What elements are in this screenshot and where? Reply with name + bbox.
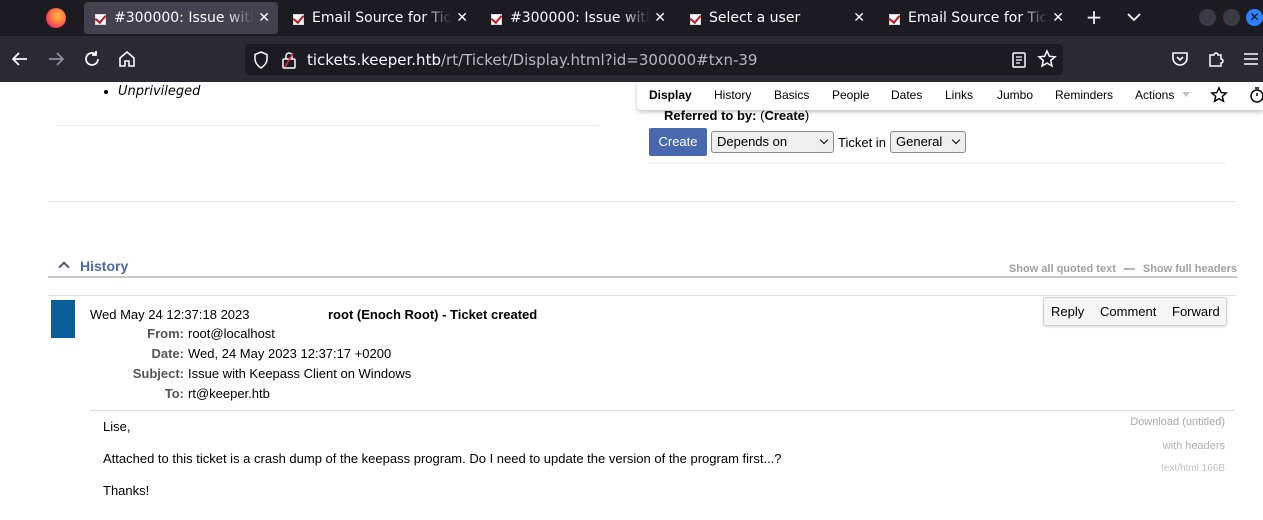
divider (48, 201, 1236, 202)
rt-favicon-icon (94, 11, 108, 25)
message-line: Thanks! (103, 483, 150, 498)
divider (48, 295, 1236, 296)
divider (649, 163, 1226, 164)
message-line: Lise, (103, 419, 131, 434)
menu-item-display[interactable]: Display (649, 88, 692, 102)
chevron-down-icon[interactable] (1124, 7, 1144, 27)
header-label-to: To: (164, 386, 184, 401)
header-label-date: Date: (151, 346, 184, 361)
menu-item-reminders[interactable]: Reminders (1055, 88, 1113, 102)
referred-to-by: Referred to by: (Create) (664, 108, 809, 123)
rt-favicon-icon (292, 11, 306, 25)
menu-item-jumbo[interactable]: Jumbo (997, 88, 1033, 102)
header-value-subject: Issue with Keepass Client on Windows (188, 366, 412, 381)
tab-select-user[interactable]: Select a user ✕ (679, 0, 873, 36)
referred-close: ) (804, 108, 810, 123)
url-text[interactable]: tickets.keeper.htb/rt/Ticket/Display.htm… (307, 51, 757, 69)
window-close-button[interactable]: ✕ (1246, 9, 1263, 26)
queue-select[interactable]: General (890, 131, 966, 153)
puzzle-icon[interactable] (1205, 48, 1227, 70)
timer-icon[interactable] (1248, 86, 1263, 104)
header-value-from: root@localhost (188, 326, 275, 341)
divider (56, 125, 598, 126)
close-icon[interactable]: ✕ (654, 10, 666, 26)
hamburger-menu-icon[interactable] (1240, 48, 1262, 70)
rt-favicon-icon (888, 11, 902, 25)
relation-select-value: Depends on (717, 134, 788, 149)
url-path: /rt/Ticket/Display.html?id=300000#txn-39 (440, 51, 758, 69)
lock-icon[interactable] (280, 50, 298, 70)
tab-title: Email Source for Ticket (312, 10, 452, 26)
divider (90, 410, 1234, 411)
transaction-date: Wed May 24 12:37:18 2023 (90, 307, 250, 322)
url-host: tickets.keeper.htb (307, 51, 441, 69)
tab-email-source-2[interactable]: Email Source for Ticket ✕ (878, 0, 1072, 36)
header-value-to: rt@keeper.htb (188, 386, 270, 401)
download-link[interactable]: Download (untitled) (1130, 416, 1225, 428)
rt-favicon-icon (490, 11, 504, 25)
menu-item-links[interactable]: Links (945, 88, 973, 102)
tab-title: #300000: Issue with K (114, 10, 254, 26)
reply-button[interactable]: Reply (1051, 304, 1084, 319)
history-title[interactable]: History (80, 258, 128, 274)
header-label-from: From: (147, 326, 184, 341)
show-quoted-link[interactable]: Show all quoted text (1009, 263, 1116, 275)
tab-bar: #300000: Issue with K ✕ Email Source for… (0, 0, 1263, 36)
minimize-button[interactable] (1199, 9, 1216, 26)
chevron-down-icon[interactable] (1182, 92, 1190, 97)
with-headers-link[interactable]: with headers (1163, 440, 1225, 452)
message-line: Attached to this ticket is a crash dump … (103, 451, 782, 466)
content-type-label: text/html 166B (1161, 463, 1225, 474)
relation-select[interactable]: Depends on (711, 131, 834, 153)
header-value-date: Wed, 24 May 2023 12:37:17 +0200 (188, 346, 392, 361)
close-icon[interactable]: ✕ (1052, 10, 1064, 26)
referred-create-link[interactable]: Create (764, 108, 804, 123)
menu-item-dates[interactable]: Dates (891, 88, 922, 102)
comment-button[interactable]: Comment (1100, 304, 1156, 319)
rt-favicon-icon (689, 11, 703, 25)
separator: — (1123, 263, 1135, 275)
tab-email-source[interactable]: Email Source for Ticket ✕ (282, 0, 476, 36)
star-icon[interactable] (1037, 49, 1057, 69)
group-item: Unprivileged (118, 84, 200, 99)
pocket-icon[interactable] (1169, 48, 1191, 70)
tab-title: Select a user (709, 10, 801, 26)
menu-item-history[interactable]: History (714, 88, 751, 102)
shield-icon[interactable] (251, 50, 271, 70)
queue-select-value: General (896, 134, 943, 149)
menu-item-people[interactable]: People (832, 88, 869, 102)
group-list: Unprivileged (105, 84, 200, 99)
firefox-icon[interactable] (46, 8, 66, 28)
chevron-down-icon (951, 135, 961, 145)
transaction-description: root (Enoch Root) - Ticket created (328, 307, 538, 322)
forward-arrow-icon[interactable] (45, 48, 67, 70)
home-icon[interactable] (116, 48, 138, 70)
menu-item-actions[interactable]: Actions (1135, 88, 1174, 102)
tab-ticket-display[interactable]: #300000: Issue with K ✕ (84, 2, 278, 34)
tab-title: #300000: Issue with K (510, 10, 650, 26)
star-icon[interactable] (1210, 86, 1228, 104)
chevron-down-icon (819, 135, 829, 145)
tab-title: Email Source for Ticket (908, 10, 1048, 26)
close-icon[interactable]: ✕ (258, 10, 270, 26)
transaction-type-bar (51, 300, 75, 338)
close-icon[interactable]: ✕ (456, 10, 468, 26)
menu-item-basics[interactable]: Basics (774, 88, 809, 102)
plus-icon[interactable]: + (1084, 6, 1104, 30)
create-button[interactable]: Create (649, 128, 707, 156)
history-links: Show all quoted text — Show full headers (1009, 263, 1237, 275)
forward-button[interactable]: Forward (1172, 304, 1220, 319)
reader-view-icon[interactable] (1009, 50, 1029, 70)
referred-label: Referred to by: (664, 108, 757, 123)
show-headers-link[interactable]: Show full headers (1143, 263, 1237, 275)
tab-ticket-display-2[interactable]: #300000: Issue with K ✕ (480, 0, 674, 36)
back-arrow-icon[interactable] (9, 48, 31, 70)
close-icon[interactable]: ✕ (853, 10, 865, 26)
maximize-button[interactable] (1223, 9, 1240, 26)
ticket-in-label: Ticket in (838, 135, 886, 150)
header-label-subject: Subject: (132, 366, 184, 381)
reload-icon[interactable] (81, 48, 103, 70)
